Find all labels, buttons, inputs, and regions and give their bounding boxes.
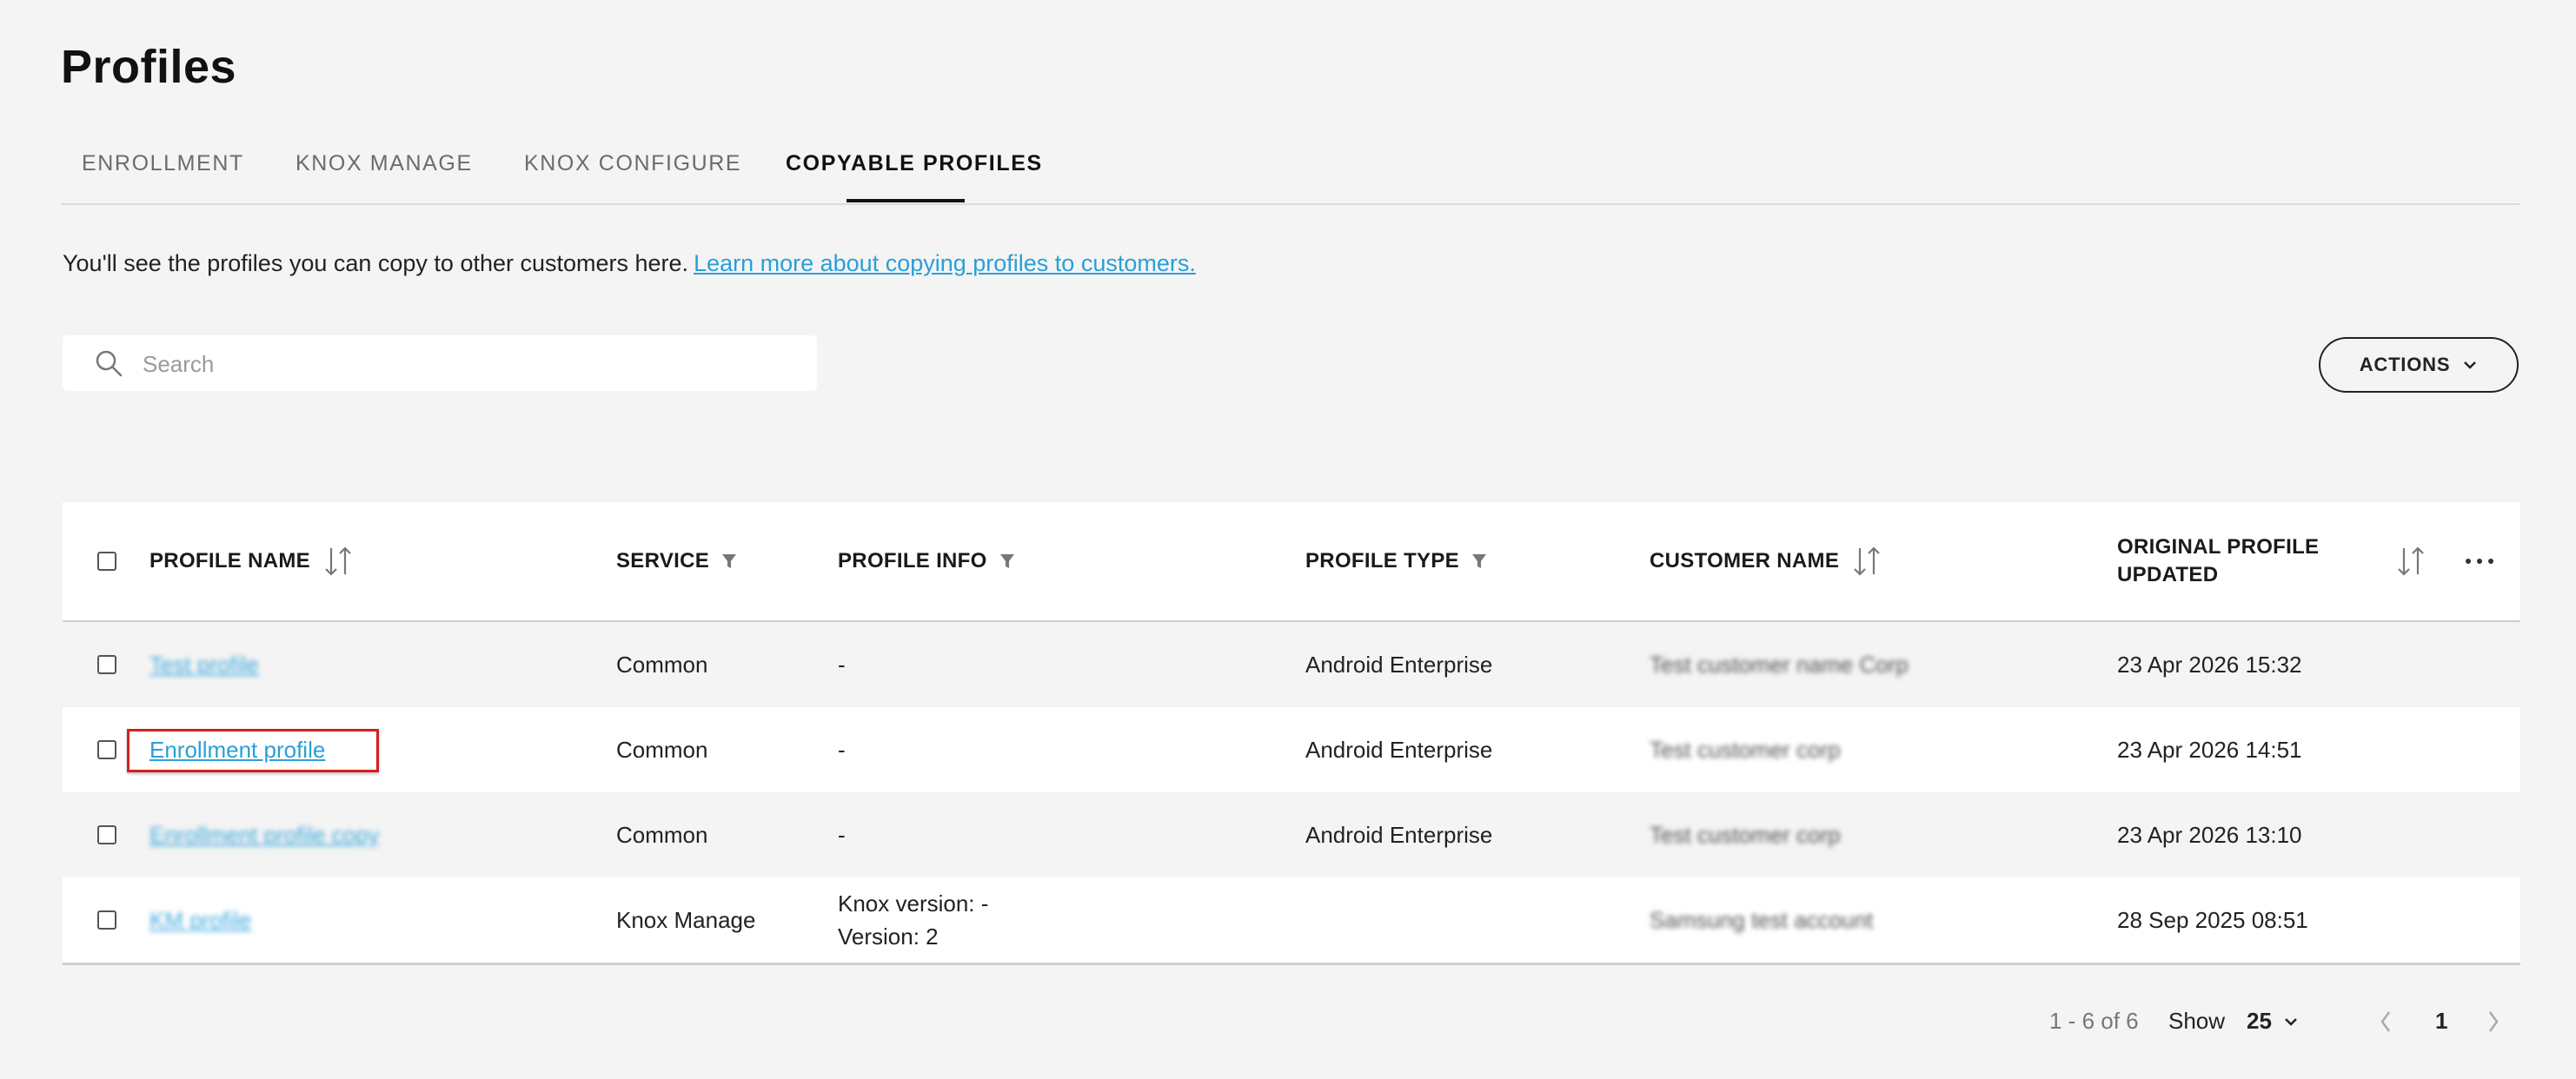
updated-cell: 23 Apr 2026 14:51 (2117, 736, 2302, 763)
select-all-checkbox[interactable] (97, 552, 116, 571)
page-size-value: 25 (2247, 1008, 2272, 1034)
row-checkbox[interactable] (97, 655, 116, 674)
row-checkbox[interactable] (97, 825, 116, 844)
page-size-select[interactable]: 25 (2247, 1008, 2298, 1035)
customer-name: Test customer name Corp (1650, 651, 1909, 678)
header-original-updated[interactable]: ORIGINAL PROFILE UPDATED (2117, 502, 2319, 620)
header-profile-name-label: PROFILE NAME (149, 549, 310, 573)
profile-name-cell: Enrollment profile (127, 707, 379, 792)
sort-icon[interactable] (322, 545, 354, 578)
customer-name-cell: Test customer name Corp (1650, 622, 1909, 707)
header-profile-type[interactable]: PROFILE TYPE (1305, 502, 1487, 620)
table-row: KM profile Knox Manage Knox version: - V… (63, 877, 2520, 965)
customer-name-cell: Test customer corp (1650, 792, 1841, 877)
search-icon (96, 350, 123, 377)
header-profile-info-label: PROFILE INFO (838, 549, 987, 573)
table-row: Enrollment profile Common - Android Ente… (63, 707, 2520, 792)
sort-icon[interactable] (1851, 545, 1882, 578)
intro-text: You'll see the profiles you can copy to … (63, 250, 1196, 277)
profile-name-cell: Test profile (149, 622, 259, 707)
column-options-button[interactable] (2465, 502, 2494, 620)
profile-type-cell: Android Enterprise (1305, 821, 1493, 848)
tab-knox-configure[interactable]: KNOX CONFIGURE (524, 151, 741, 176)
customer-name-cell: Test customer corp (1650, 707, 1841, 792)
tab-knox-manage[interactable]: KNOX MANAGE (295, 151, 473, 176)
more-options-icon (2466, 559, 2493, 564)
pagination-range: 1 - 6 of 6 (2049, 1008, 2139, 1034)
profile-info-cell: - (838, 821, 846, 848)
updated-cell: 28 Sep 2025 08:51 (2117, 906, 2308, 933)
profile-type-cell: Android Enterprise (1305, 651, 1493, 678)
tab-bar: ENROLLMENT KNOX MANAGE KNOX CONFIGURE CO… (61, 130, 2520, 205)
table-row: Enrollment profile copy Common - Android… (63, 792, 2520, 877)
active-tab-indicator (846, 199, 965, 202)
profile-name-link[interactable]: Enrollment profile copy (149, 822, 379, 849)
header-updated-sort[interactable] (2383, 502, 2427, 620)
service-cell: Common (616, 736, 708, 763)
row-checkbox[interactable] (97, 740, 116, 759)
profile-name-cell: KM profile (149, 877, 251, 963)
filter-icon[interactable] (1471, 553, 1487, 570)
row-checkbox-cell (97, 792, 116, 877)
customer-name: Test customer corp (1650, 736, 1841, 763)
filter-icon[interactable] (999, 553, 1015, 570)
header-customer-name-label: CUSTOMER NAME (1650, 549, 1840, 573)
chevron-down-icon (2285, 1017, 2297, 1026)
header-checkbox-cell (97, 502, 116, 620)
updated-cell: 23 Apr 2026 13:10 (2117, 821, 2302, 848)
chevron-right-icon (2488, 1011, 2499, 1032)
header-profile-name[interactable]: PROFILE NAME (149, 502, 354, 620)
header-original-updated-line1: ORIGINAL PROFILE (2117, 535, 2320, 559)
search-box (63, 335, 817, 393)
learn-more-link[interactable]: Learn more about copying profiles to cus… (694, 250, 1196, 276)
header-original-updated-line2: UPDATED (2117, 563, 2219, 586)
profile-info-cell: - (838, 736, 846, 763)
customer-name: Test customer corp (1650, 821, 1841, 848)
chevron-down-icon (2464, 361, 2477, 369)
customer-name-cell: Samsung test account (1650, 877, 1873, 963)
chevron-left-icon (2380, 1011, 2391, 1032)
row-checkbox-cell (97, 877, 116, 963)
header-profile-type-label: PROFILE TYPE (1305, 549, 1459, 573)
profile-info-line2: Version: 2 (838, 923, 939, 950)
row-checkbox-cell (97, 622, 116, 707)
table-header: PROFILE NAME SERVICE PROFILE INFO PROFIL… (63, 502, 2520, 622)
filter-icon[interactable] (721, 553, 737, 570)
header-customer-name[interactable]: CUSTOMER NAME (1650, 502, 1882, 620)
row-checkbox[interactable] (97, 910, 116, 930)
profile-name-link[interactable]: Enrollment profile (149, 737, 325, 764)
profile-info-cell: Knox version: - Version: 2 (838, 877, 988, 963)
current-page[interactable]: 1 (2435, 1008, 2447, 1035)
profiles-table: PROFILE NAME SERVICE PROFILE INFO PROFIL… (63, 502, 2520, 965)
table-row: Test profile Common - Android Enterprise… (63, 622, 2520, 707)
tab-enrollment[interactable]: ENROLLMENT (82, 151, 244, 176)
profile-name-cell: Enrollment profile copy (149, 792, 379, 877)
intro-message: You'll see the profiles you can copy to … (63, 250, 689, 276)
customer-name: Samsung test account (1650, 906, 1874, 933)
profile-info-line1: Knox version: - (838, 890, 989, 917)
profile-info-cell: - (838, 651, 846, 678)
row-checkbox-cell (97, 707, 116, 792)
actions-button[interactable]: ACTIONS (2319, 337, 2519, 393)
header-service[interactable]: SERVICE (616, 502, 737, 620)
service-cell: Common (616, 651, 708, 678)
updated-cell: 23 Apr 2026 15:32 (2117, 651, 2302, 678)
header-service-label: SERVICE (616, 549, 710, 573)
page-size-label: Show (2168, 1008, 2226, 1034)
search-input[interactable] (141, 335, 805, 393)
next-page-button[interactable] (2487, 1010, 2500, 1039)
tab-copyable-profiles[interactable]: COPYABLE PROFILES (786, 151, 1043, 176)
sort-icon[interactable] (2395, 545, 2427, 578)
profile-name-link[interactable]: Test profile (149, 652, 259, 679)
profile-name-link[interactable]: KM profile (149, 907, 251, 934)
service-cell: Knox Manage (616, 906, 756, 933)
profile-type-cell: Android Enterprise (1305, 736, 1493, 763)
actions-label: ACTIONS (2359, 354, 2451, 375)
header-profile-info[interactable]: PROFILE INFO (838, 502, 1015, 620)
service-cell: Common (616, 821, 708, 848)
prev-page-button[interactable] (2380, 1010, 2392, 1039)
page-title: Profiles (61, 41, 237, 93)
